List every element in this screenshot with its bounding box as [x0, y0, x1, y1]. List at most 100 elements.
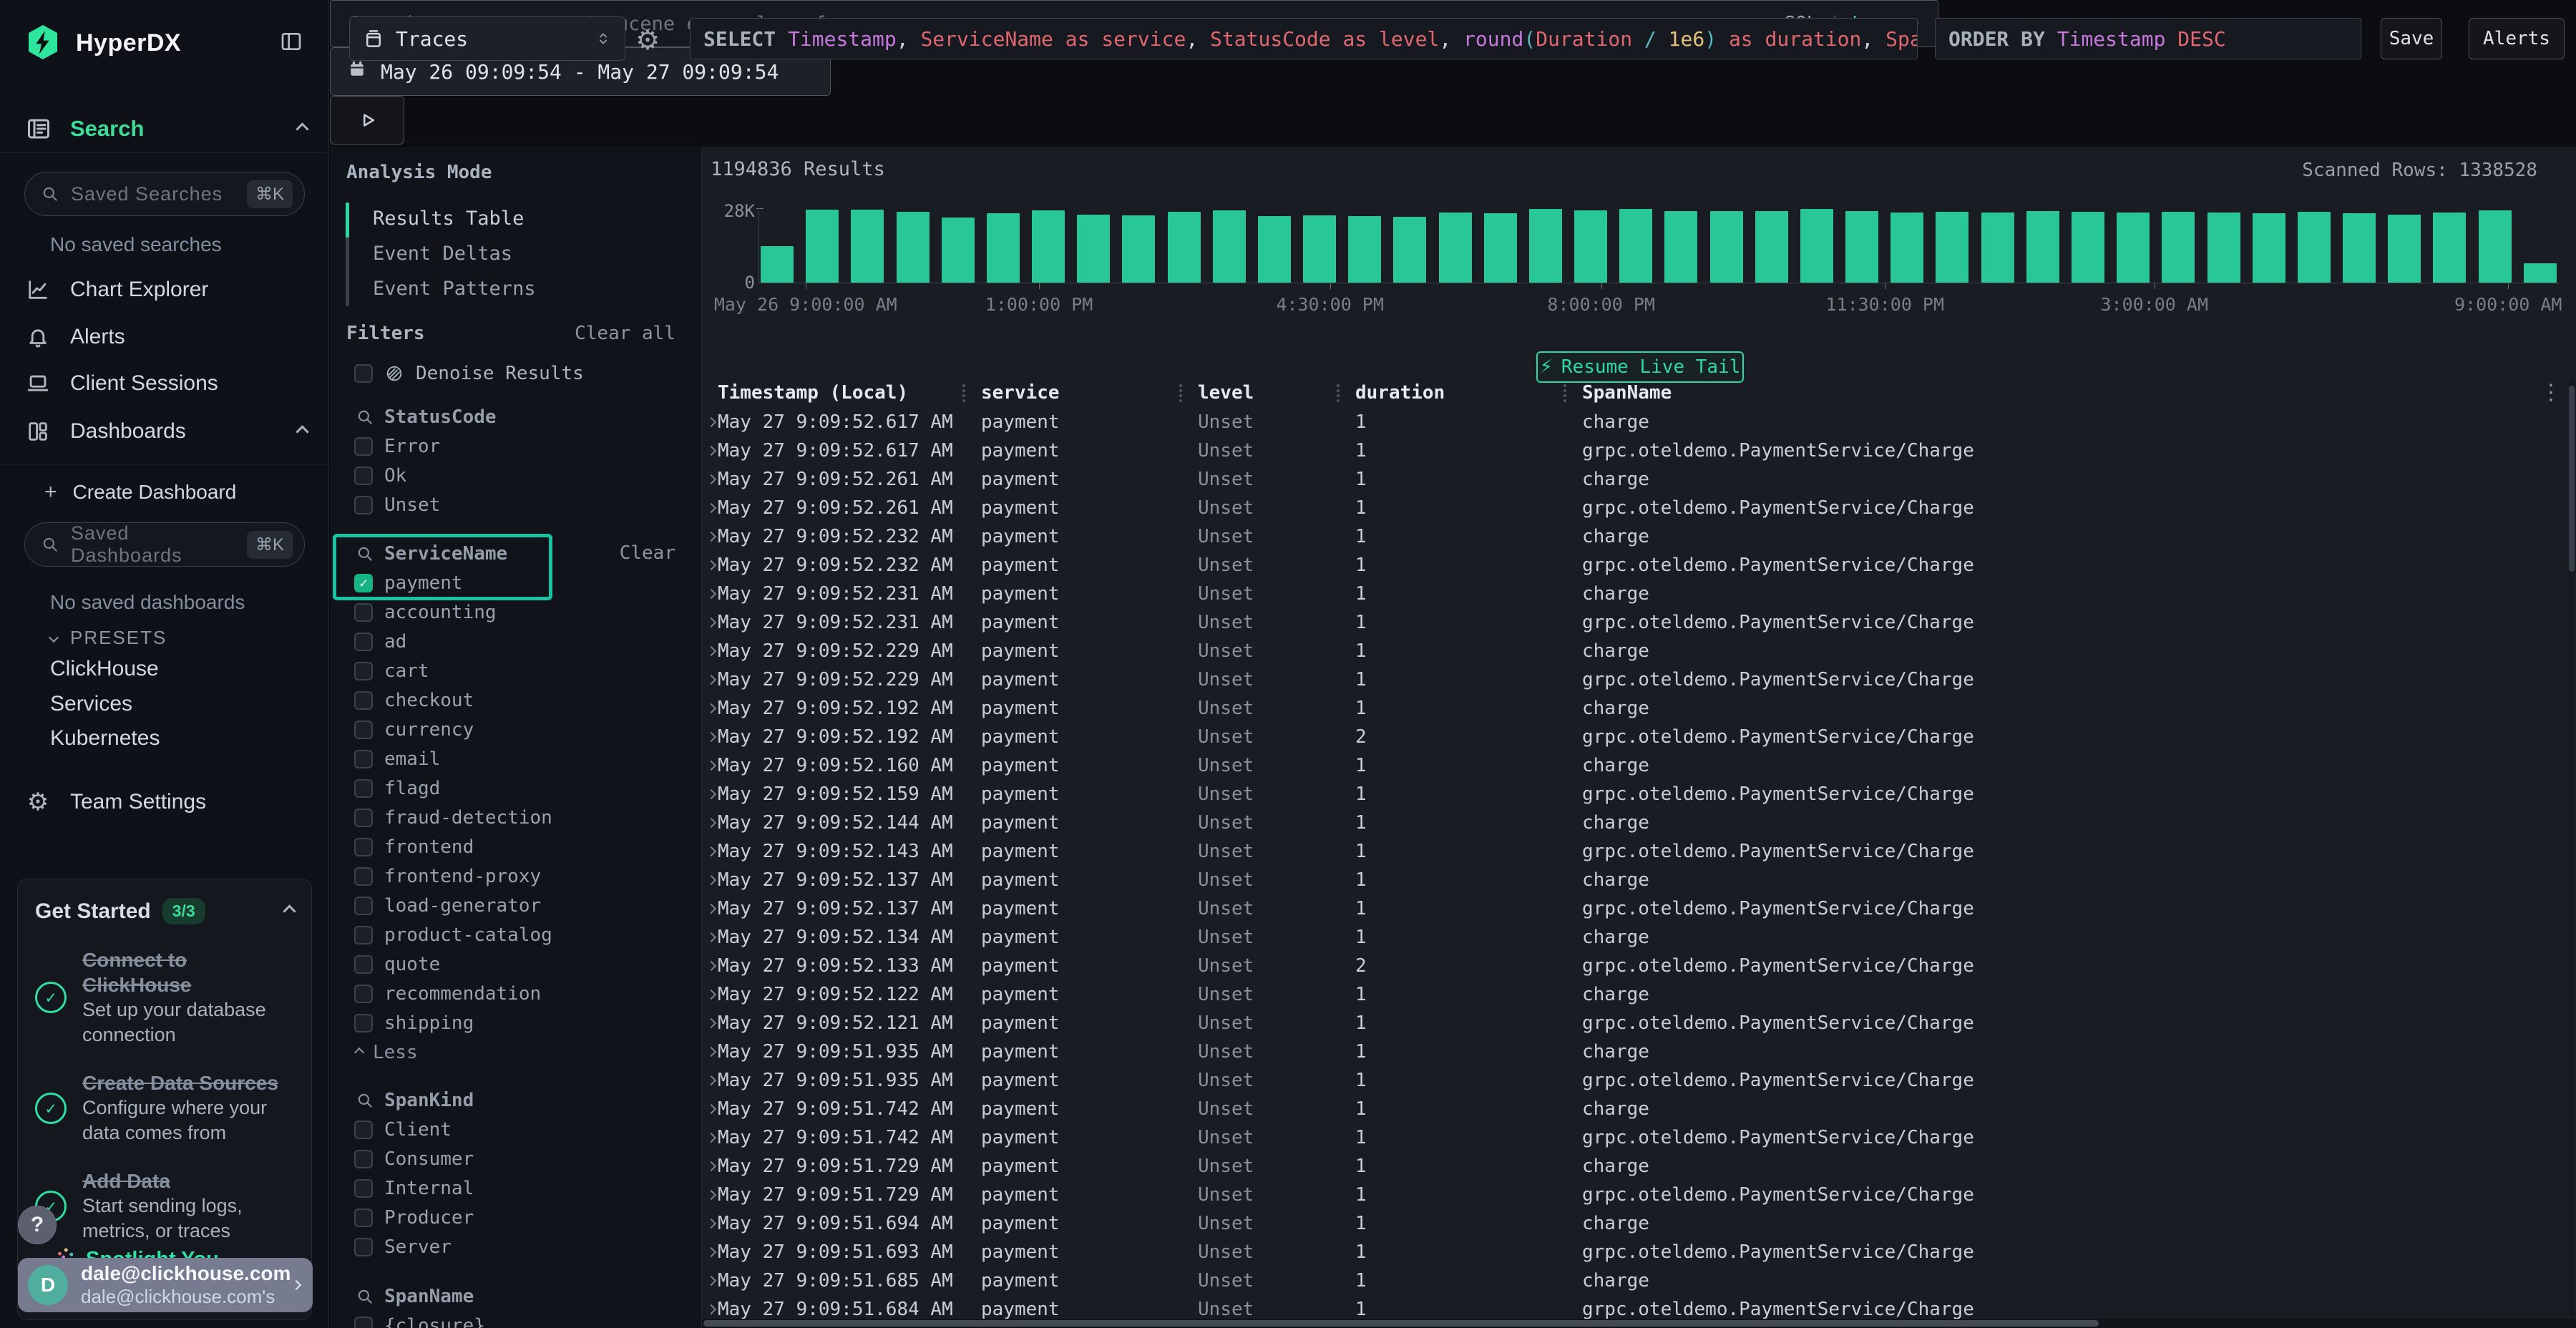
- table-row[interactable]: May 27 9:09:52.261 AMpaymentUnset1charge: [702, 465, 2566, 494]
- histogram-bar[interactable]: [851, 210, 884, 283]
- table-row[interactable]: May 27 9:09:52.134 AMpaymentUnset1charge: [702, 923, 2566, 952]
- checkbox[interactable]: [354, 985, 373, 1003]
- filter-option-flagd[interactable]: flagd: [330, 773, 701, 803]
- preset-item-kubernetes[interactable]: Kubernetes: [50, 723, 160, 754]
- table-row[interactable]: May 27 9:09:52.122 AMpaymentUnset1charge: [702, 980, 2566, 1009]
- sql-select-input[interactable]: SELECT Timestamp, ServiceName as service…: [690, 18, 1918, 59]
- filter-option-ad[interactable]: ad: [330, 627, 701, 656]
- checkbox[interactable]: [354, 1179, 373, 1198]
- filter-option--closure-[interactable]: {closure}: [330, 1311, 701, 1328]
- histogram-bar[interactable]: [2343, 213, 2376, 283]
- filter-option-frontend[interactable]: frontend: [330, 832, 701, 861]
- table-row[interactable]: May 27 9:09:52.232 AMpaymentUnset1charge: [702, 522, 2566, 551]
- table-row[interactable]: May 27 9:09:52.137 AMpaymentUnset1charge: [702, 866, 2566, 894]
- table-row[interactable]: May 27 9:09:52.617 AMpaymentUnset1charge: [702, 408, 2566, 436]
- expand-row-icon[interactable]: [706, 732, 716, 742]
- checkbox[interactable]: [354, 1209, 373, 1227]
- checkbox[interactable]: ✓: [354, 574, 373, 592]
- filter-option-cart[interactable]: cart: [330, 656, 701, 685]
- checkbox[interactable]: [354, 1317, 373, 1328]
- expand-row-icon[interactable]: [706, 1276, 716, 1286]
- table-row[interactable]: May 27 9:09:52.159 AMpaymentUnset1grpc.o…: [702, 780, 2566, 809]
- expand-row-icon[interactable]: [706, 789, 716, 799]
- checkbox[interactable]: [354, 779, 373, 798]
- filter-option-server[interactable]: Server: [330, 1232, 701, 1261]
- filter-option-error[interactable]: Error: [330, 431, 701, 461]
- histogram-bar[interactable]: [2117, 213, 2150, 283]
- expand-row-icon[interactable]: [706, 1018, 716, 1028]
- table-row[interactable]: May 27 9:09:52.137 AMpaymentUnset1grpc.o…: [702, 894, 2566, 923]
- histogram-bar[interactable]: [2298, 212, 2331, 283]
- get-started-item[interactable]: ✓Create Data SourcesConfigure where your…: [35, 1070, 294, 1146]
- histogram-bar[interactable]: [1845, 211, 1878, 283]
- histogram-bar[interactable]: [2253, 213, 2285, 283]
- expand-row-icon[interactable]: [706, 1190, 716, 1200]
- histogram-bar[interactable]: [806, 210, 839, 283]
- checkbox[interactable]: [354, 926, 373, 944]
- source-settings-gear-icon[interactable]: ⚙: [633, 26, 662, 54]
- histogram-bar[interactable]: [2026, 211, 2059, 283]
- order-by-input[interactable]: ORDER BY Timestamp DESC: [1935, 18, 2361, 59]
- expand-row-icon[interactable]: [706, 1133, 716, 1143]
- filter-option-ok[interactable]: Ok: [330, 461, 701, 490]
- preset-item-clickhouse[interactable]: ClickHouse: [50, 653, 159, 685]
- histogram-bar[interactable]: [1484, 213, 1517, 283]
- chevron-up-icon[interactable]: [296, 425, 308, 438]
- denoise-checkbox-row[interactable]: Denoise Results: [330, 358, 701, 388]
- checkbox[interactable]: [354, 809, 373, 827]
- checkbox[interactable]: [354, 603, 373, 622]
- checkbox[interactable]: [354, 955, 373, 974]
- column-header-duration[interactable]: duration: [1355, 379, 1582, 407]
- filter-option-load-generator[interactable]: load-generator: [330, 891, 701, 920]
- table-row[interactable]: May 27 9:09:51.693 AMpaymentUnset1grpc.o…: [702, 1238, 2566, 1266]
- help-button[interactable]: ?: [18, 1206, 57, 1244]
- histogram-bar[interactable]: [2433, 213, 2466, 283]
- filter-option-accounting[interactable]: accounting: [330, 597, 701, 627]
- column-header-service[interactable]: service: [981, 379, 1198, 407]
- histogram-bar[interactable]: [2072, 212, 2104, 283]
- histogram-bar[interactable]: [1664, 211, 1697, 283]
- table-row[interactable]: May 27 9:09:51.935 AMpaymentUnset1charge: [702, 1038, 2566, 1066]
- filter-option-product-catalog[interactable]: product-catalog: [330, 920, 701, 949]
- table-row[interactable]: May 27 9:09:51.729 AMpaymentUnset1grpc.o…: [702, 1181, 2566, 1209]
- alerts-button[interactable]: Alerts: [2469, 18, 2565, 59]
- filter-option-client[interactable]: Client: [330, 1115, 701, 1144]
- histogram-bar[interactable]: [1574, 210, 1607, 283]
- checkbox[interactable]: [354, 633, 373, 651]
- checkbox[interactable]: [354, 437, 373, 456]
- histogram-bar[interactable]: [1077, 215, 1110, 283]
- table-row[interactable]: May 27 9:09:52.261 AMpaymentUnset1grpc.o…: [702, 494, 2566, 522]
- table-row[interactable]: May 27 9:09:52.232 AMpaymentUnset1grpc.o…: [702, 551, 2566, 580]
- column-drag-handle[interactable]: [962, 384, 965, 402]
- expand-row-icon[interactable]: [706, 1075, 716, 1085]
- table-row[interactable]: May 27 9:09:51.685 AMpaymentUnset1charge: [702, 1266, 2566, 1295]
- expand-row-icon[interactable]: [706, 503, 716, 513]
- histogram-bar[interactable]: [942, 218, 975, 283]
- checkbox[interactable]: [354, 1014, 373, 1032]
- histogram-bar[interactable]: [1890, 213, 1923, 283]
- horizontal-scrollbar[interactable]: [702, 1319, 2576, 1328]
- table-row[interactable]: May 27 9:09:51.694 AMpaymentUnset1charge: [702, 1209, 2566, 1238]
- expand-row-icon[interactable]: [706, 932, 716, 942]
- table-row[interactable]: May 27 9:09:52.143 AMpaymentUnset1grpc.o…: [702, 837, 2566, 866]
- histogram-bar[interactable]: [2162, 212, 2195, 283]
- histogram-bar[interactable]: [1529, 209, 1562, 283]
- chevron-up-icon[interactable]: [283, 904, 296, 917]
- expand-row-icon[interactable]: [706, 1304, 716, 1314]
- user-menu[interactable]: D dale@clickhouse.com dale@clickhouse.co…: [18, 1258, 313, 1312]
- table-row[interactable]: May 27 9:09:52.192 AMpaymentUnset2grpc.o…: [702, 723, 2566, 751]
- expand-row-icon[interactable]: [706, 904, 716, 914]
- table-row[interactable]: May 27 9:09:52.229 AMpaymentUnset1charge: [702, 637, 2566, 665]
- filter-option-quote[interactable]: quote: [330, 949, 701, 979]
- column-drag-handle[interactable]: [1563, 384, 1566, 402]
- get-started-item[interactable]: ✓Add DataStart sending logs, metrics, or…: [35, 1168, 294, 1244]
- table-row[interactable]: May 27 9:09:52.229 AMpaymentUnset1grpc.o…: [702, 665, 2566, 694]
- table-row[interactable]: May 27 9:09:52.121 AMpaymentUnset1grpc.o…: [702, 1009, 2566, 1038]
- vertical-scrollbar-thumb[interactable]: [2569, 386, 2575, 572]
- expand-row-icon[interactable]: [706, 761, 716, 771]
- table-row[interactable]: May 27 9:09:52.133 AMpaymentUnset2grpc.o…: [702, 952, 2566, 980]
- run-query-button[interactable]: [330, 96, 404, 145]
- filter-option-checkout[interactable]: checkout: [330, 685, 701, 715]
- table-row[interactable]: May 27 9:09:52.617 AMpaymentUnset1grpc.o…: [702, 436, 2566, 465]
- expand-row-icon[interactable]: [706, 703, 716, 713]
